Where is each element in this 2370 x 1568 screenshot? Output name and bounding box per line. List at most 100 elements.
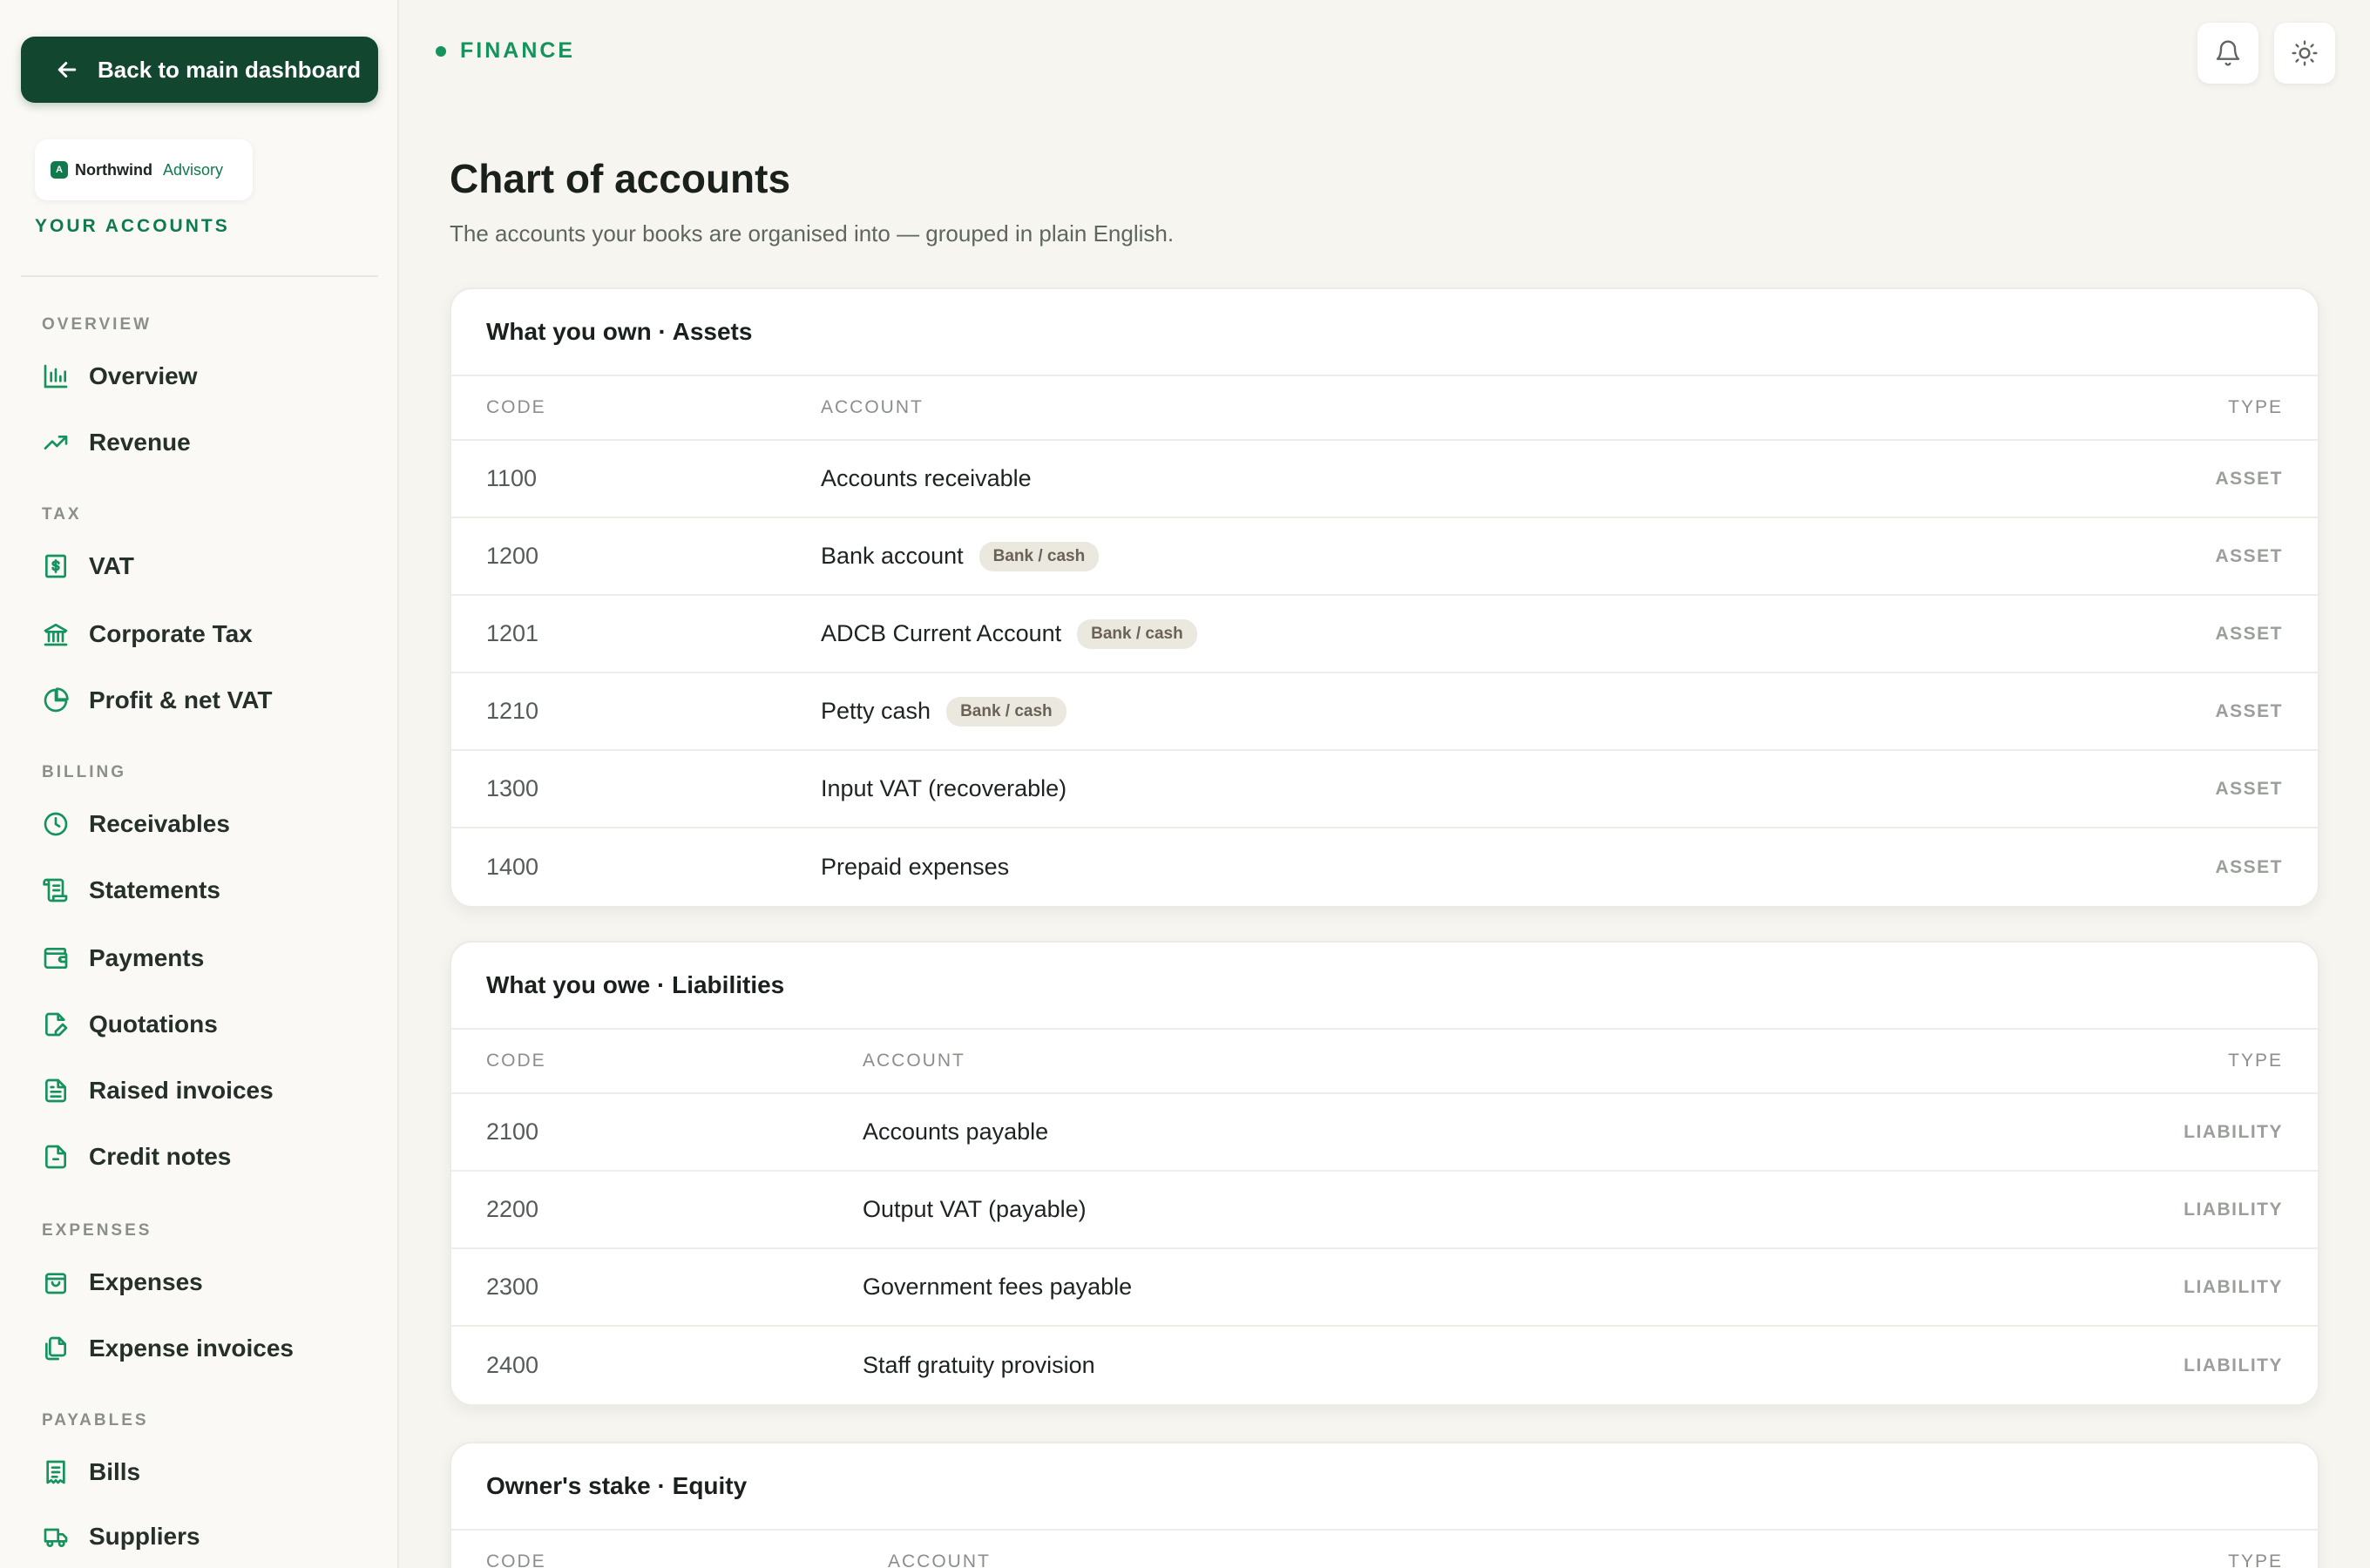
sidebar-item-suppliers[interactable]: Suppliers: [30, 1509, 378, 1565]
nav-section-overview: OVERVIEW: [42, 315, 152, 334]
account-name: Accounts payable: [863, 1119, 1049, 1145]
sidebar-item-label: VAT: [89, 552, 134, 579]
receipt-icon: [46, 1460, 65, 1484]
table-row[interactable]: 2300 Government fees payable LIABILITY: [451, 1249, 2318, 1327]
liabilities-card: What you owe · Liabilities CODE ACCOUNT …: [450, 941, 2319, 1406]
sidebar-item-label: Bills: [89, 1458, 141, 1485]
sidebar-item-vat[interactable]: VAT: [30, 538, 378, 594]
account-code: 2300: [486, 1274, 539, 1300]
notifications-button[interactable]: [2197, 23, 2258, 84]
account-tag-badge: Bank / cash: [1077, 618, 1197, 649]
sidebar-item-label: Raised invoices: [89, 1077, 274, 1104]
account-name: Accounts receivable: [821, 465, 1032, 491]
account-name: Input VAT (recoverable): [821, 775, 1067, 801]
table-header: CODE ACCOUNT TYPE: [451, 1531, 2318, 1568]
column-header-account: ACCOUNT: [888, 1551, 991, 1568]
table-row[interactable]: 1201 ADCB Current Account Bank / cash ASS…: [451, 596, 2318, 673]
account-name: Prepaid expenses: [821, 854, 1010, 880]
sidebar-item-label: Overview: [89, 362, 198, 389]
sun-icon: [2292, 40, 2318, 66]
table-row[interactable]: 1200 Bank account Bank / cash ASSET: [451, 518, 2318, 596]
sidebar-item-bills[interactable]: Bills: [30, 1444, 378, 1500]
sidebar-item-overview[interactable]: Overview: [30, 348, 378, 404]
account-code: 1201: [486, 620, 539, 646]
column-header-code: CODE: [486, 1051, 546, 1071]
sidebar-item-expenses[interactable]: Expenses: [30, 1254, 378, 1310]
account-code: 2400: [486, 1352, 539, 1378]
sidebar-item-label: Suppliers: [89, 1523, 200, 1550]
table-row[interactable]: 1300 Input VAT (recoverable) ASSET: [451, 751, 2318, 828]
sidebar-item-label: Credit notes: [89, 1143, 232, 1170]
sidebar-item-label: Statements: [89, 876, 220, 903]
equity-card: Owner's stake · Equity CODE ACCOUNT TYPE: [450, 1442, 2319, 1568]
sidebar-item-profit-vat[interactable]: Profit & net VAT: [30, 672, 378, 728]
account-tag-badge: Bank / cash: [946, 696, 1066, 727]
table-row[interactable]: 2400 Staff gratuity provision LIABILITY: [451, 1327, 2318, 1404]
sidebar-item-credit-notes[interactable]: Credit notes: [30, 1129, 378, 1185]
column-header-code: CODE: [486, 397, 546, 417]
table-row[interactable]: 1100 Accounts receivable ASSET: [451, 441, 2318, 518]
sidebar-item-raised-invoices[interactable]: Raised invoices: [30, 1063, 378, 1119]
nav-section-expenses: EXPENSES: [42, 1221, 152, 1240]
account-type: ASSET: [2215, 778, 2283, 799]
column-header-type: TYPE: [2228, 1551, 2283, 1568]
page-subtitle: The accounts your books are organised in…: [450, 220, 1175, 247]
column-header-account: ACCOUNT: [821, 397, 924, 417]
card-title: What you own · Assets: [451, 289, 2318, 376]
sidebar-item-label: Corporate Tax: [89, 620, 253, 647]
sidebar-item-label: Quotations: [89, 1010, 218, 1037]
brand-logo: A Northwind Advisory: [35, 139, 253, 200]
theme-toggle-button[interactable]: [2274, 23, 2335, 84]
sidebar-item-label: Expense invoices: [89, 1335, 295, 1362]
status-dot: [436, 45, 446, 57]
receipt-dollar-icon: [45, 554, 66, 578]
scroll-icon: [43, 878, 68, 902]
assets-card: What you own · Assets CODE ACCOUNT TYPE …: [450, 287, 2319, 908]
table-row[interactable]: 2100 Accounts payable LIABILITY: [451, 1094, 2318, 1172]
account-type: ASSET: [2215, 623, 2283, 644]
account-type: ASSET: [2215, 856, 2283, 877]
sidebar-item-revenue[interactable]: Revenue: [30, 415, 378, 470]
breadcrumb: FINANCE: [436, 38, 575, 64]
sidebar-item-label: Revenue: [89, 429, 191, 456]
sidebar-item-label: Receivables: [89, 810, 230, 837]
table-header: CODE ACCOUNT TYPE: [451, 1030, 2318, 1094]
sidebar-item-receivables[interactable]: Receivables: [30, 796, 378, 852]
sidebar-item-payments[interactable]: Payments: [30, 930, 378, 986]
account-tag-badge: Bank / cash: [978, 541, 1100, 571]
card-title: What you owe · Liabilities: [451, 943, 2318, 1030]
sidebar-item-corporate-tax[interactable]: Corporate Tax: [30, 606, 378, 662]
pie-chart-icon: [44, 687, 69, 713]
table-row[interactable]: 1400 Prepaid expenses ASSET: [451, 828, 2318, 906]
account-type: LIABILITY: [2184, 1276, 2283, 1297]
account-code: 1300: [486, 775, 539, 801]
table-row[interactable]: 1210 Petty cash Bank / cash ASSET: [451, 673, 2318, 751]
arrow-left-icon: [58, 62, 77, 78]
sidebar-item-label: Expenses: [89, 1268, 203, 1295]
sidebar-item-quotations[interactable]: Quotations: [30, 997, 378, 1052]
account-code: 2100: [486, 1119, 539, 1145]
account-name: Bank account: [821, 543, 964, 569]
account-name: Staff gratuity provision: [863, 1352, 1095, 1378]
back-to-dashboard-button[interactable]: Back to main dashboard: [21, 37, 378, 103]
account-type: ASSET: [2215, 700, 2283, 721]
file-text-icon: [45, 1078, 66, 1103]
wallet-icon: [44, 948, 68, 969]
sidebar-item-statements[interactable]: Statements: [30, 862, 378, 918]
account-code: 1100: [486, 465, 538, 491]
table-row[interactable]: 2200 Output VAT (payable) LIABILITY: [451, 1172, 2318, 1249]
account-name: Petty cash: [821, 698, 931, 724]
shopping-bag-icon: [45, 1273, 66, 1294]
file-edit-icon: [45, 1012, 68, 1037]
card-title: Owner's stake · Equity: [451, 1443, 2318, 1531]
account-type: ASSET: [2215, 468, 2283, 489]
brand-name: Northwind: [75, 160, 152, 179]
sidebar-item-expense-invoices[interactable]: Expense invoices: [30, 1321, 378, 1376]
account-type: LIABILITY: [2184, 1355, 2283, 1375]
nav-section-payables: PAYABLES: [42, 1411, 149, 1429]
brand-sub: Advisory: [162, 160, 224, 179]
sidebar-item-label: Profit & net VAT: [89, 686, 273, 713]
column-header-type: TYPE: [2228, 1051, 2283, 1071]
account-name: Government fees payable: [863, 1274, 1133, 1300]
column-header-account: ACCOUNT: [863, 1051, 965, 1071]
